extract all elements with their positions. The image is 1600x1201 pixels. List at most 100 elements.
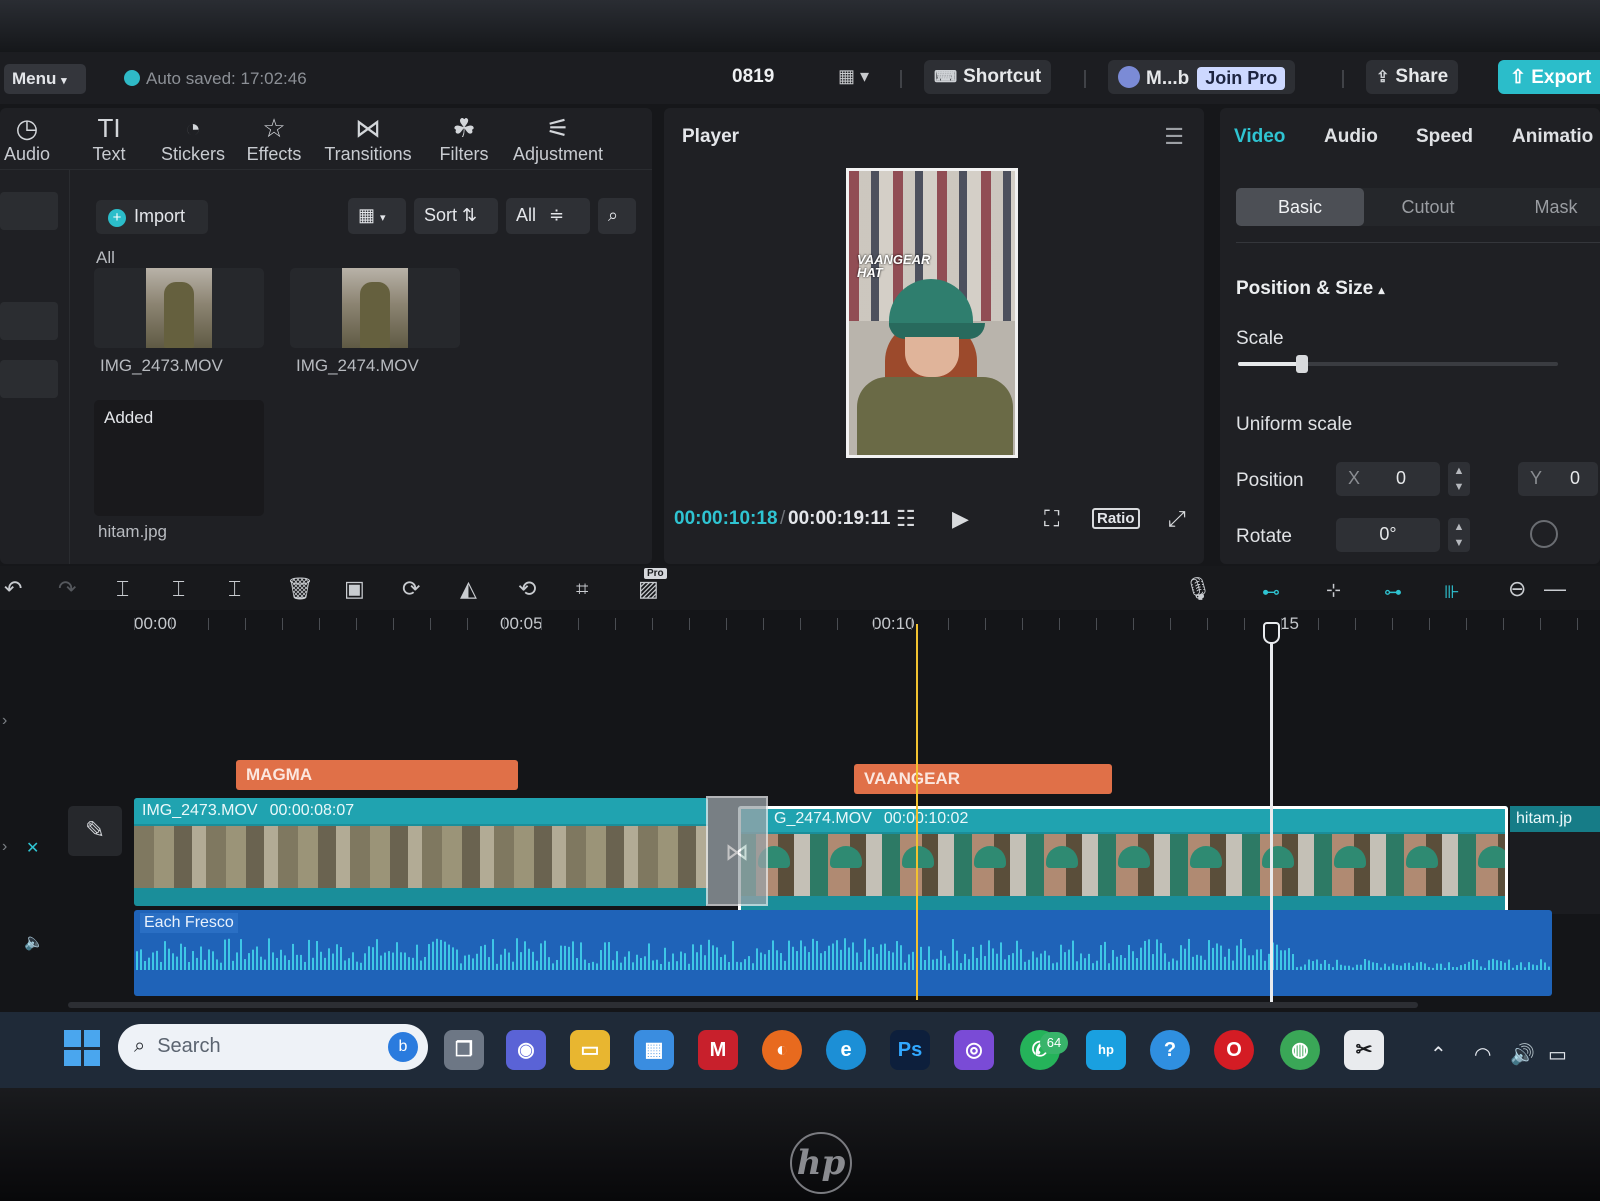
mcafee-icon[interactable]: M: [698, 1030, 738, 1070]
tab-video[interactable]: Video: [1234, 126, 1285, 148]
split-right-icon[interactable]: ⌶: [228, 576, 241, 602]
link-icon[interactable]: ⊶: [1384, 582, 1402, 603]
subtab-basic[interactable]: Basic: [1236, 188, 1364, 226]
fullscreen-icon[interactable]: ⤢: [1168, 506, 1186, 532]
speaker-icon[interactable]: 🔈: [24, 932, 44, 952]
get-help-icon[interactable]: ?: [1150, 1030, 1190, 1070]
task-view-icon[interactable]: ❐: [444, 1030, 484, 1070]
shortcut-button[interactable]: ⌨ Shortcut: [924, 60, 1052, 94]
tab-animation[interactable]: Animatio: [1512, 126, 1593, 148]
opera-icon[interactable]: O: [1214, 1030, 1254, 1070]
snap-icon[interactable]: ⊹: [1326, 580, 1341, 601]
edit-cover-button[interactable]: ✎: [68, 806, 122, 856]
split-icon[interactable]: ⌶: [116, 576, 129, 602]
subtab-cutout[interactable]: Cutout: [1364, 188, 1492, 226]
rotate-icon[interactable]: ⟲: [518, 576, 536, 602]
audio-clip[interactable]: Each Fresco: [134, 910, 1552, 996]
text-clip[interactable]: MAGMA: [236, 760, 518, 790]
chevron-up-icon[interactable]: ⌃: [1430, 1042, 1447, 1067]
freeze-icon[interactable]: ▣: [344, 576, 365, 602]
scale-slider-handle[interactable]: [1296, 355, 1308, 373]
undo-icon[interactable]: ↶: [4, 576, 22, 602]
share-button[interactable]: ⇪ Share: [1366, 60, 1459, 94]
chrome-icon[interactable]: ◍: [1280, 1030, 1320, 1070]
position-x-field[interactable]: X0: [1336, 462, 1440, 496]
wifi-icon[interactable]: ◠: [1474, 1042, 1491, 1067]
teams-chat-icon[interactable]: ◉: [506, 1030, 546, 1070]
track-toggle-icon[interactable]: ›: [2, 838, 7, 856]
frame-grid-icon[interactable]: ☷: [896, 506, 916, 532]
rotate-dial[interactable]: [1530, 520, 1558, 548]
reverse-icon[interactable]: ⟳: [402, 576, 420, 602]
play-icon[interactable]: ▶: [952, 506, 969, 532]
project-name[interactable]: 0819: [732, 66, 774, 88]
time-ruler[interactable]: 00:00 00:05 00:10 15: [0, 610, 1600, 650]
scale-slider[interactable]: [1238, 355, 1558, 373]
messenger-icon[interactable]: ◎: [954, 1030, 994, 1070]
edge-icon[interactable]: e: [826, 1030, 866, 1070]
position-x-stepper[interactable]: ▲ ▼: [1448, 462, 1470, 496]
tool-text[interactable]: TI Text: [84, 114, 134, 165]
filter-button[interactable]: All ≑: [506, 198, 590, 234]
preview-axis-icon[interactable]: ⊪: [1444, 582, 1460, 603]
file-explorer-icon[interactable]: ▭: [570, 1030, 610, 1070]
snapshot-icon[interactable]: ⛶: [1044, 506, 1059, 532]
image-clip[interactable]: hitam.jp: [1510, 806, 1600, 914]
rail-item[interactable]: [0, 192, 58, 230]
playhead-handle[interactable]: [1263, 622, 1280, 644]
section-title[interactable]: Position & Size ▴: [1236, 278, 1385, 300]
sort-button[interactable]: Sort ⇅: [414, 198, 498, 234]
battery-icon[interactable]: ▭: [1548, 1042, 1567, 1067]
media-thumb[interactable]: [94, 268, 264, 348]
menu-button[interactable]: Menu ▾: [4, 64, 86, 94]
playhead[interactable]: [1263, 622, 1280, 1002]
rotate-stepper[interactable]: ▲ ▼: [1448, 518, 1470, 552]
tool-audio[interactable]: ◷ Audio: [2, 114, 52, 165]
tab-speed[interactable]: Speed: [1416, 126, 1473, 148]
crop-icon[interactable]: ⌗: [576, 576, 588, 602]
mute-video-icon[interactable]: ✕: [26, 838, 39, 858]
video-preview[interactable]: VAANGEAR HAT: [846, 168, 1018, 458]
ratio-button[interactable]: Ratio: [1092, 508, 1140, 529]
split-left-icon[interactable]: ⌶: [172, 576, 185, 602]
tool-filters[interactable]: ☘ Filters: [434, 114, 494, 165]
rotate-field[interactable]: 0°: [1336, 518, 1440, 552]
volume-icon[interactable]: 🔊: [1510, 1042, 1535, 1067]
myhp-icon[interactable]: hp: [1086, 1030, 1126, 1070]
delete-icon[interactable]: 🗑: [286, 576, 314, 602]
tool-adjustment[interactable]: ⚟ Adjustment: [506, 114, 610, 165]
tool-stickers[interactable]: ◔ Stickers: [156, 114, 230, 165]
account-button[interactable]: M...b Join Pro: [1108, 60, 1296, 94]
rail-item[interactable]: [0, 360, 58, 398]
rail-item[interactable]: [0, 302, 58, 340]
import-button[interactable]: + Import: [96, 200, 208, 234]
subtab-mask[interactable]: Mask: [1492, 188, 1600, 226]
text-clip[interactable]: VAANGEAR: [854, 764, 1112, 794]
position-y-field[interactable]: Y0: [1518, 462, 1598, 496]
capcut-icon[interactable]: ✂: [1344, 1030, 1384, 1070]
zoom-out-icon[interactable]: ⊖: [1508, 576, 1526, 602]
mirror-icon[interactable]: ◭: [460, 576, 477, 602]
tool-transitions[interactable]: ⋈ Transitions: [320, 114, 416, 165]
view-mode-dropdown[interactable]: ▦ ▾: [348, 198, 406, 234]
windows-start-icon[interactable]: [64, 1030, 100, 1066]
magnet-link-icon[interactable]: ⊷: [1262, 582, 1280, 603]
hamburger-icon[interactable]: ☰: [1164, 124, 1184, 150]
track-toggle-icon[interactable]: ›: [2, 712, 7, 730]
tool-effects[interactable]: ☆ Effects: [244, 114, 304, 165]
layout-icon[interactable]: ▦ ▾: [838, 66, 869, 87]
tab-audio[interactable]: Audio: [1324, 126, 1378, 148]
video-clip[interactable]: IMG_2473.MOV 00:00:08:07: [134, 798, 708, 906]
timeline-scrollbar[interactable]: [68, 1002, 1418, 1008]
redo-icon[interactable]: ↷: [58, 576, 76, 602]
zoom-slider[interactable]: —: [1544, 576, 1566, 602]
auto-reframe-icon[interactable]: ▨: [638, 576, 659, 602]
media-thumb[interactable]: [290, 268, 460, 348]
export-button[interactable]: ⇧ Export: [1498, 60, 1600, 94]
join-pro-button[interactable]: Join Pro: [1197, 67, 1286, 90]
microphone-icon[interactable]: 🎙: [1184, 576, 1212, 602]
transition-icon[interactable]: ⋈: [706, 796, 768, 906]
microsoft-store-icon[interactable]: ▦: [634, 1030, 674, 1070]
search-button[interactable]: ⌕: [598, 198, 636, 234]
firefox-icon[interactable]: ◐: [762, 1030, 802, 1070]
